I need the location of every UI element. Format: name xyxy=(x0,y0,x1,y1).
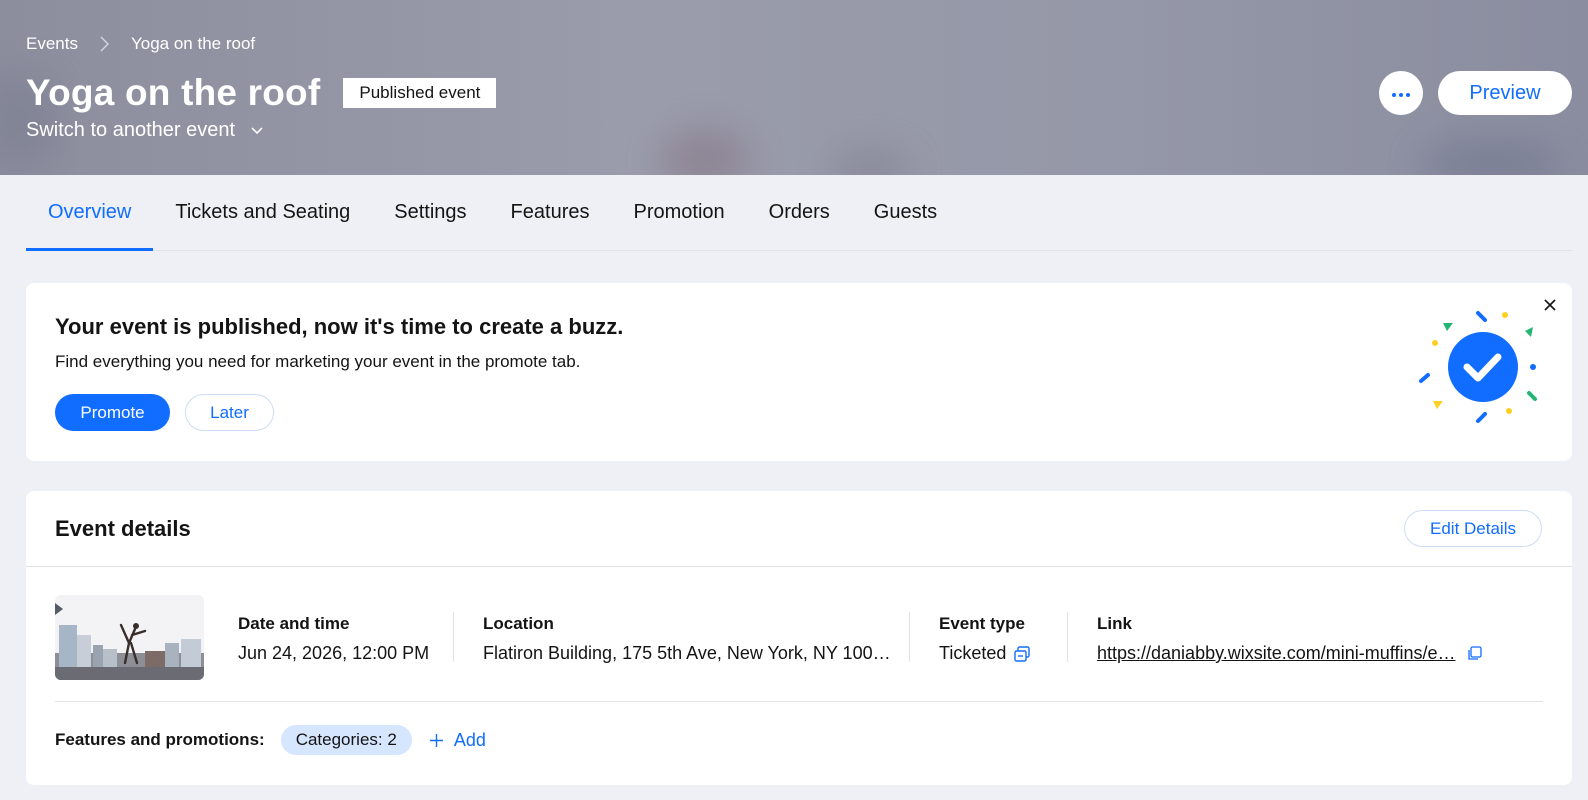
add-feature-label: Add xyxy=(453,729,486,750)
event-link[interactable]: https://daniabby.wixsite.com/mini-muffin… xyxy=(1097,643,1455,664)
chevron-down-icon xyxy=(251,126,263,135)
location-value: Flatiron Building, 175 5th Ave, New York… xyxy=(483,643,891,663)
event-type-column: Event type Ticketed xyxy=(939,614,1031,664)
promo-subtitle: Find everything you need for marketing y… xyxy=(55,352,581,371)
tab-orders[interactable]: Orders xyxy=(747,175,852,250)
event-thumbnail-image xyxy=(55,595,204,680)
background-blur xyxy=(660,130,750,175)
background-blur xyxy=(830,150,910,175)
event-type-value-row: Ticketed xyxy=(939,643,1031,664)
tab-promotion[interactable]: Promotion xyxy=(611,175,746,250)
page-title: Yoga on the roof xyxy=(26,72,321,113)
event-type-label: Event type xyxy=(939,614,1025,633)
event-details-card: Event details Edit Details Date and time… xyxy=(26,491,1572,785)
date-time-label: Date and time xyxy=(238,614,350,633)
title-row: Yoga on the roof Published event xyxy=(26,72,497,114)
close-icon[interactable] xyxy=(1542,297,1558,313)
publish-promo-card: Your event is published, now it's time t… xyxy=(26,283,1572,461)
switch-event-dropdown[interactable]: Switch to another event xyxy=(26,119,263,142)
event-details-title: Event details xyxy=(55,516,191,541)
location-label: Location xyxy=(483,614,554,633)
event-details-header: Event details Edit Details xyxy=(26,491,1572,567)
edit-details-button[interactable]: Edit Details xyxy=(1404,510,1542,547)
features-row: Features and promotions: Categories: 2 A… xyxy=(55,725,486,755)
published-checkmark-illustration xyxy=(1415,309,1539,433)
promo-title: Your event is published, now it's time t… xyxy=(55,314,624,339)
location-column: Location Flatiron Building, 175 5th Ave,… xyxy=(483,614,891,664)
column-divider xyxy=(453,612,454,662)
tab-features[interactable]: Features xyxy=(489,175,612,250)
ellipsis-icon xyxy=(1392,84,1410,102)
categories-chip[interactable]: Categories: 2 xyxy=(280,725,412,755)
features-label: Features and promotions: xyxy=(55,730,265,749)
date-time-value: Jun 24, 2026, 12:00 PM xyxy=(238,643,430,663)
breadcrumb-events-link[interactable]: Events xyxy=(26,34,78,54)
copy-icon[interactable] xyxy=(1467,646,1483,661)
event-header: Events Yoga on the roof Yoga on the roof… xyxy=(0,0,1588,175)
preview-button[interactable]: Preview xyxy=(1438,71,1572,115)
date-time-column: Date and time Jun 24, 2026, 12:00 PM xyxy=(238,614,429,664)
switch-event-label: Switch to another event xyxy=(26,119,236,141)
tab-overview[interactable]: Overview xyxy=(26,175,154,251)
promote-button[interactable]: Promote xyxy=(55,394,170,431)
chevron-right-icon xyxy=(100,36,109,52)
add-feature-button[interactable]: Add xyxy=(429,729,486,751)
tab-bar: Overview Tickets and Seating Settings Fe… xyxy=(26,175,1572,251)
event-type-value: Ticketed xyxy=(939,643,1007,663)
breadcrumb-current: Yoga on the roof xyxy=(130,34,256,53)
plus-icon xyxy=(429,733,443,747)
status-badge: Published event xyxy=(343,78,497,108)
tickets-icon[interactable] xyxy=(1013,645,1031,663)
column-divider xyxy=(909,612,910,662)
tab-guests[interactable]: Guests xyxy=(852,175,959,250)
link-column: Link https://daniabby.wixsite.com/mini-m… xyxy=(1097,614,1483,664)
column-divider xyxy=(1067,612,1068,662)
tab-settings[interactable]: Settings xyxy=(372,175,488,250)
background-blur xyxy=(1420,140,1560,175)
section-divider xyxy=(55,701,1543,702)
more-actions-button[interactable] xyxy=(1379,71,1423,115)
later-button[interactable]: Later xyxy=(185,394,274,431)
tab-tickets-and-seating[interactable]: Tickets and Seating xyxy=(153,175,372,250)
breadcrumb: Events Yoga on the roof xyxy=(26,34,255,54)
link-value-row: https://daniabby.wixsite.com/mini-muffin… xyxy=(1097,643,1483,664)
link-label: Link xyxy=(1097,614,1132,633)
